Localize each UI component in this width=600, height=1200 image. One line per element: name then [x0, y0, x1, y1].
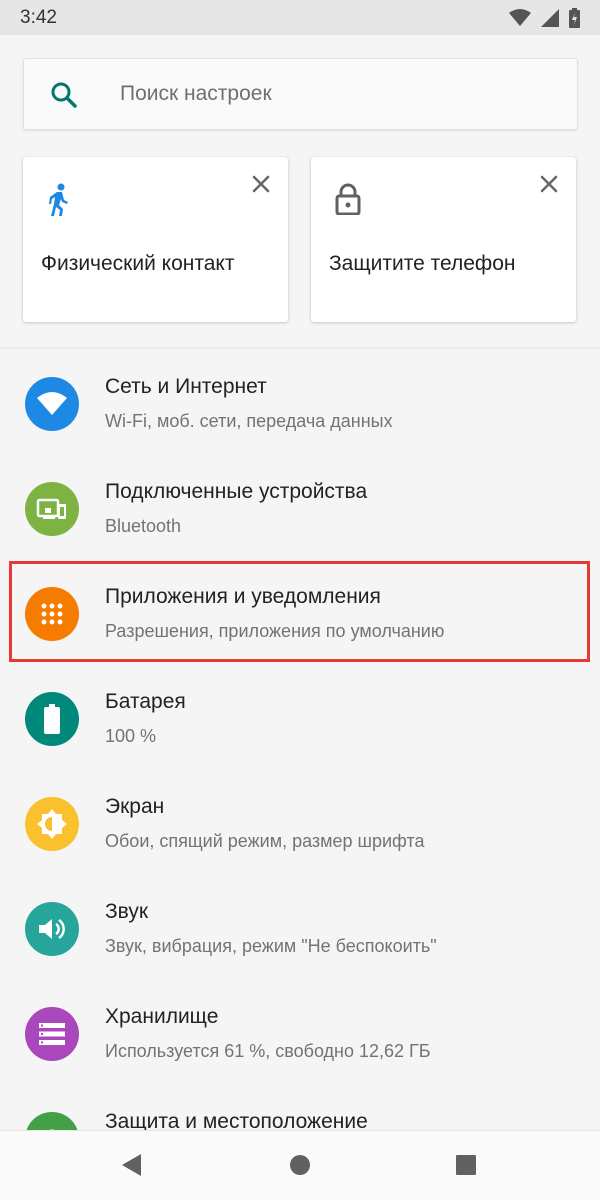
- setting-subtitle: Используется 61 %, свободно 12,62 ГБ: [105, 1041, 431, 1061]
- search-icon: [50, 81, 78, 114]
- walking-person-icon: [47, 183, 71, 222]
- search-bar[interactable]: [23, 58, 578, 130]
- setting-network-internet[interactable]: Сеть и Интернет Wi-Fi, моб. сети, переда…: [0, 360, 600, 465]
- section-divider: [0, 347, 600, 349]
- setting-connected-devices[interactable]: Подключенные устройства Bluetooth: [0, 465, 600, 570]
- lock-icon: [335, 183, 361, 220]
- setting-subtitle: Bluetooth: [105, 516, 182, 536]
- suggestion-card-physical-contact[interactable]: Физический контакт: [23, 157, 288, 322]
- setting-apps-notifications[interactable]: Приложения и уведомления Разрешения, при…: [0, 570, 600, 675]
- wifi-icon: [25, 377, 79, 431]
- setting-subtitle: Звук, вибрация, режим "Не беспокоить": [105, 936, 437, 956]
- home-icon[interactable]: [289, 1153, 311, 1182]
- setting-display[interactable]: Экран Обои, спящий режим, размер шрифта: [0, 780, 600, 885]
- back-icon[interactable]: [121, 1153, 143, 1182]
- setting-title: Батарея: [105, 690, 186, 713]
- navigation-bar: [0, 1130, 600, 1200]
- battery-icon: [25, 692, 79, 746]
- search-input[interactable]: [118, 73, 542, 115]
- devices-icon: [25, 482, 79, 536]
- status-icons: [509, 8, 580, 28]
- setting-subtitle: Обои, спящий режим, размер шрифта: [105, 831, 425, 851]
- suggestion-title: Физический контакт: [41, 252, 235, 275]
- setting-title: Приложения и уведомления: [105, 585, 381, 608]
- suggestion-card-secure-phone[interactable]: Защитите телефон: [311, 157, 576, 322]
- suggestion-title: Защитите телефон: [329, 252, 516, 275]
- cell-signal-icon: [541, 9, 559, 27]
- setting-subtitle: Wi-Fi, моб. сети, передача данных: [105, 411, 393, 431]
- brightness-icon: [25, 797, 79, 851]
- close-icon[interactable]: [250, 173, 272, 195]
- apps-grid-icon: [25, 587, 79, 641]
- wifi-signal-icon: [509, 9, 531, 26]
- battery-status-icon: [569, 8, 580, 28]
- storage-icon: [25, 1007, 79, 1061]
- setting-title: Сеть и Интернет: [105, 375, 267, 398]
- setting-sound[interactable]: Звук Звук, вибрация, режим "Не беспокоит…: [0, 885, 600, 990]
- setting-title: Звук: [105, 900, 149, 923]
- recents-icon[interactable]: [455, 1153, 477, 1182]
- status-bar: 3:42: [0, 0, 600, 35]
- setting-subtitle: 100 %: [105, 726, 157, 746]
- setting-battery[interactable]: Батарея 100 %: [0, 675, 600, 780]
- volume-icon: [25, 902, 79, 956]
- setting-title: Экран: [105, 795, 165, 818]
- setting-subtitle: Разрешения, приложения по умолчанию: [105, 621, 445, 641]
- close-icon[interactable]: [538, 173, 560, 195]
- setting-title: Хранилище: [105, 1005, 219, 1028]
- setting-storage[interactable]: Хранилище Используется 61 %, свободно 12…: [0, 990, 600, 1095]
- status-time: 3:42: [20, 7, 57, 28]
- setting-title: Подключенные устройства: [105, 480, 368, 503]
